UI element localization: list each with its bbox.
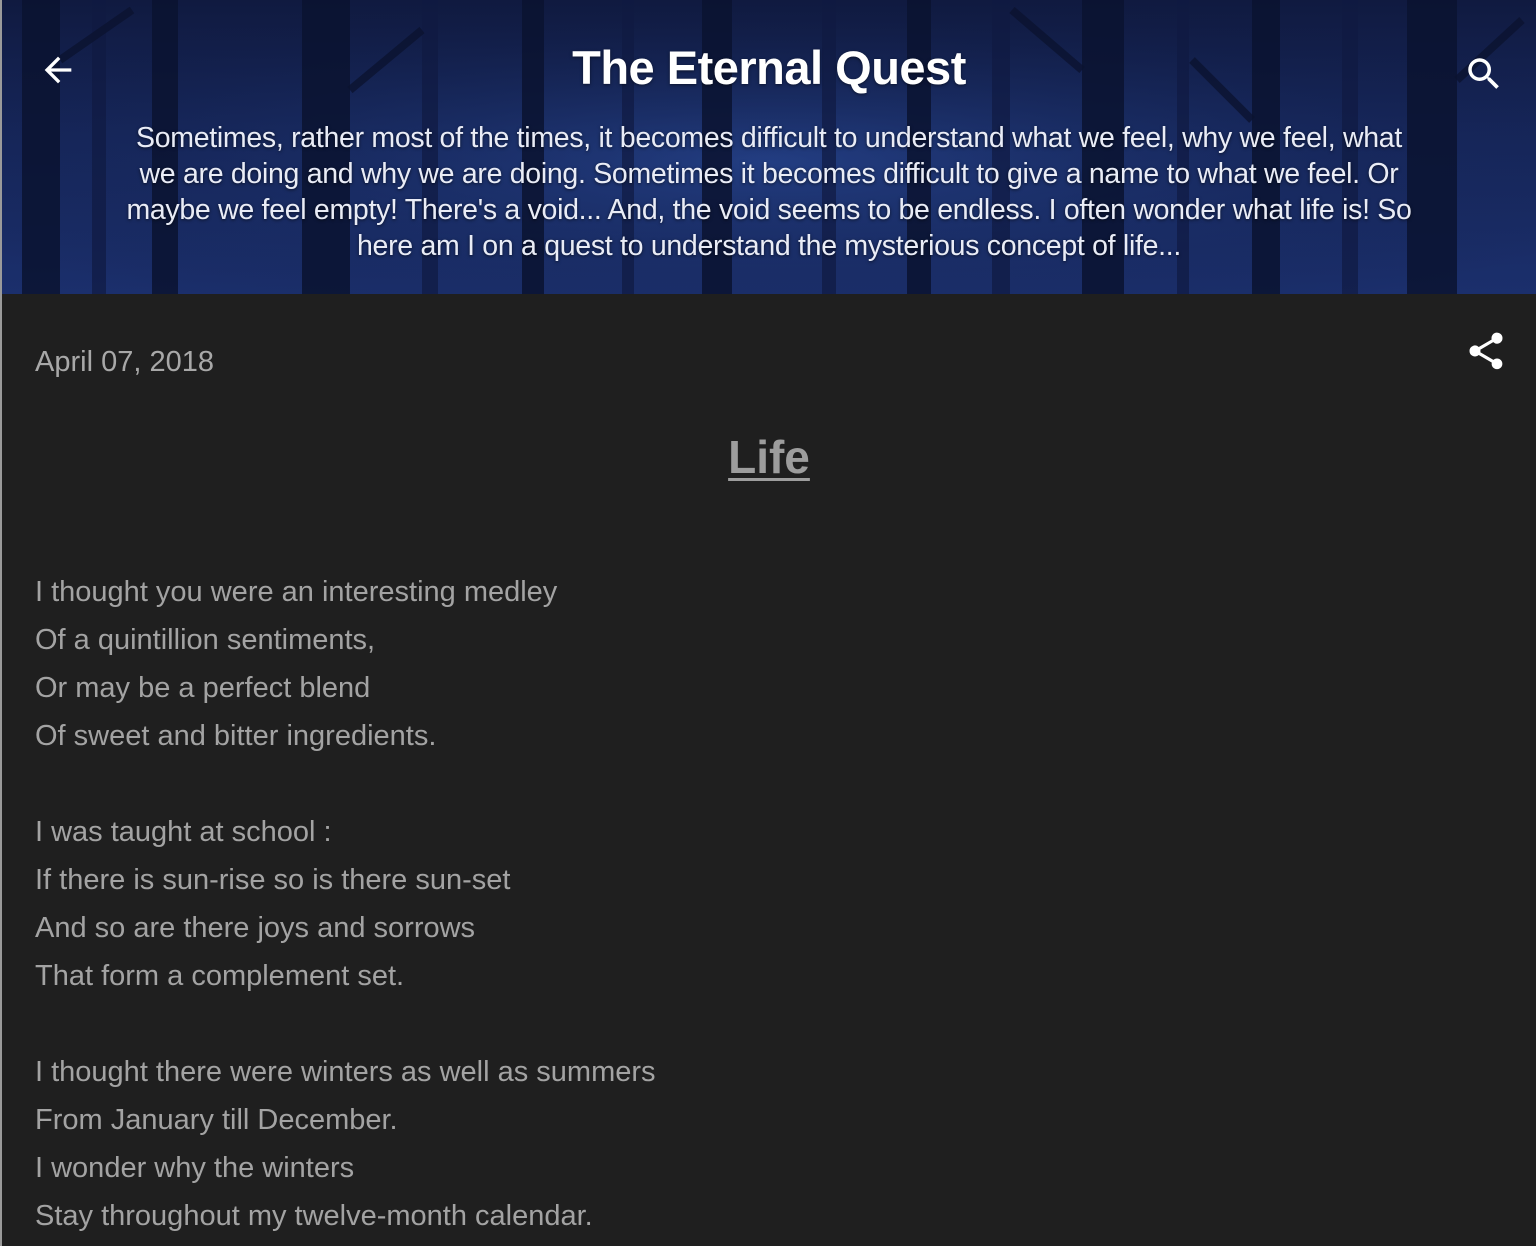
poem-line: Of sweet and bitter ingredients. (35, 720, 437, 752)
stanza: I thought you were an interesting medley… (35, 570, 1235, 762)
stanza: I was taught at school : If there is sun… (35, 810, 1235, 1002)
search-icon (1468, 58, 1499, 89)
search-button[interactable] (1456, 46, 1512, 102)
poem-line: I thought you were an interesting medley (35, 576, 558, 608)
post-title: Life (2, 430, 1536, 484)
share-button[interactable] (1460, 326, 1512, 376)
poem-line: I was taught at school : (35, 816, 332, 848)
poem-line: Or may be a perfect blend (35, 672, 371, 704)
post-title-link[interactable]: Life (728, 431, 810, 483)
poem-line: I wonder why the winters (35, 1152, 355, 1184)
share-icon (1469, 332, 1503, 370)
post-body: I thought you were an interesting medley… (35, 570, 1235, 1246)
poem-line: From January till December. (35, 1104, 398, 1136)
blog-header: The Eternal Quest Sometimes, rather most… (2, 0, 1536, 294)
poem-line: And so are there joys and sorrows (35, 912, 476, 944)
poem-line: Stay throughout my twelve-month calendar… (35, 1200, 593, 1232)
post-date: April 07, 2018 (35, 346, 214, 378)
blog-title[interactable]: The Eternal Quest (2, 40, 1536, 95)
blog-description: Sometimes, rather most of the times, it … (126, 122, 1412, 262)
blog-page: The Eternal Quest Sometimes, rather most… (0, 0, 1536, 1246)
poem-line: If there is sun-rise so is there sun-set (35, 864, 511, 896)
stanza: I thought there were winters as well as … (35, 1050, 1235, 1242)
poem-line: Of a quintillion sentiments, (35, 624, 376, 656)
poem-line: I thought there were winters as well as … (35, 1056, 656, 1088)
poem-line: That form a complement set. (35, 960, 405, 992)
